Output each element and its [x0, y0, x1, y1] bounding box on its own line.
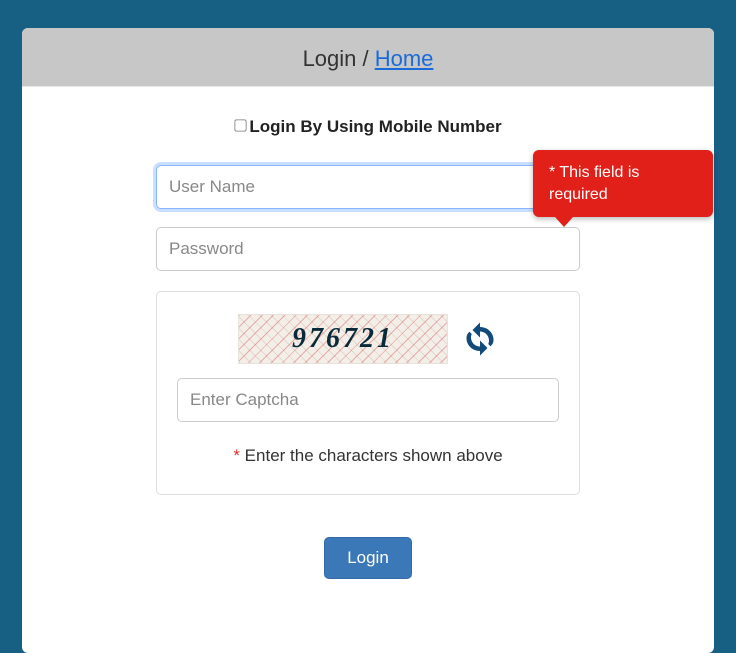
header-title: Login /: [303, 46, 375, 71]
form-column: 976721 * Enter the characters shown abov…: [156, 165, 580, 495]
home-link[interactable]: Home: [375, 46, 434, 71]
captcha-input[interactable]: [177, 378, 559, 422]
captcha-note: * Enter the characters shown above: [177, 446, 559, 466]
login-card: Login / Home Login By Using Mobile Numbe…: [22, 28, 714, 653]
captcha-image: 976721: [238, 314, 448, 364]
login-button-row: Login: [22, 537, 714, 579]
refresh-icon[interactable]: [462, 321, 498, 357]
login-mode-row: Login By Using Mobile Number: [22, 117, 714, 137]
error-tooltip-text: * This field is required: [549, 164, 639, 203]
captcha-value: 976721: [292, 323, 394, 355]
captcha-row: 976721: [177, 314, 559, 364]
captcha-note-text: Enter the characters shown above: [240, 446, 503, 465]
required-star: *: [233, 446, 240, 465]
mobile-login-checkbox[interactable]: [235, 119, 247, 131]
error-tooltip: * This field is required: [533, 150, 713, 217]
login-button[interactable]: Login: [324, 537, 412, 579]
card-header: Login / Home: [22, 28, 714, 86]
mobile-login-label: Login By Using Mobile Number: [249, 117, 501, 136]
password-input[interactable]: [156, 227, 580, 271]
captcha-panel: 976721 * Enter the characters shown abov…: [156, 291, 580, 495]
username-input[interactable]: [156, 165, 580, 209]
